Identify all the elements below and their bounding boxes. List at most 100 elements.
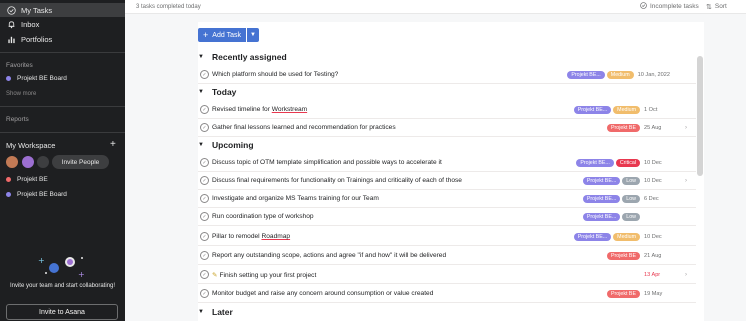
task-title[interactable]: Report any outstanding scope, actions an… — [212, 252, 446, 259]
avatar[interactable] — [22, 156, 34, 168]
nav-label: Inbox — [21, 19, 40, 29]
nav-portfolios[interactable]: Portfolios — [0, 32, 125, 46]
complete-checkbox[interactable]: ✓ — [200, 70, 209, 79]
task-title[interactable]: Which platform should be used for Testin… — [212, 71, 338, 78]
divider — [0, 106, 125, 107]
priority-tag[interactable]: Low — [622, 212, 640, 221]
due-date[interactable]: 19 May — [644, 291, 670, 297]
task-title[interactable]: Gather final lessons learned and recomme… — [212, 124, 396, 131]
section-today[interactable]: ▼ Today — [198, 87, 236, 97]
reports-link[interactable]: Reports — [0, 116, 29, 123]
task-row[interactable]: ✓ Pillar to remodel Roadmap Projekt BE..… — [198, 228, 696, 246]
task-row[interactable]: ✓ Monitor budget and raise any concern a… — [198, 285, 696, 303]
complete-checkbox[interactable]: ✓ — [200, 123, 209, 132]
task-row[interactable]: ✓ Revised timeline for Workstream Projek… — [198, 101, 696, 119]
section-later[interactable]: ▼ Later — [198, 307, 233, 317]
task-row[interactable]: ✓ Investigate and organize MS Teams trai… — [198, 190, 696, 208]
complete-checkbox[interactable]: ✓ — [200, 270, 209, 279]
sidebar-project-projekt-be[interactable]: Projekt BE — [6, 176, 48, 183]
project-tag[interactable]: Projekt BE... — [573, 105, 612, 114]
priority-tag[interactable]: Low — [622, 176, 640, 185]
project-tag[interactable]: Projekt BE... — [576, 158, 614, 167]
avatar[interactable] — [6, 156, 18, 168]
add-icon[interactable]: + — [110, 139, 116, 150]
task-meta: Projekt BE... Low 6 Dec — [581, 194, 670, 203]
due-date[interactable]: 10 Dec — [644, 234, 670, 240]
add-task-button[interactable]: + Add Task — [198, 28, 246, 42]
top-bar: 3 tasks completed today Incomplete tasks… — [125, 0, 746, 14]
task-title[interactable]: Run coordination type of workshop — [212, 213, 314, 220]
chevron-right-icon[interactable]: › — [685, 178, 687, 184]
due-date[interactable]: 21 Aug — [644, 253, 670, 259]
task-meta: Projekt BE 25 Aug — [605, 123, 670, 132]
show-more-link[interactable]: Show more — [0, 91, 36, 97]
task-row[interactable]: ✓ Gather final lessons learned and recom… — [198, 119, 696, 137]
project-tag[interactable]: Projekt BE — [606, 289, 640, 298]
due-date[interactable]: 10 Dec — [644, 160, 670, 166]
avatar-placeholder[interactable] — [37, 156, 49, 168]
project-tag[interactable]: Projekt BE... — [582, 176, 621, 185]
complete-checkbox[interactable]: ✓ — [200, 251, 209, 260]
priority-tag[interactable]: Medium — [613, 232, 640, 241]
nav-label: My Tasks — [21, 5, 53, 15]
invite-people-button[interactable]: Invite People — [52, 155, 109, 169]
due-date[interactable]: 10 Dec — [644, 178, 670, 184]
add-task-dropdown-button[interactable]: ▼ — [247, 28, 259, 42]
project-tag[interactable]: Projekt BE — [606, 123, 640, 132]
nav-inbox[interactable]: Inbox — [0, 17, 125, 31]
project-tag[interactable]: Projekt BE — [606, 251, 640, 260]
section-upcoming[interactable]: ▼ Upcoming — [198, 140, 254, 150]
section-recently-assigned[interactable]: ▼ Recently assigned — [198, 52, 287, 62]
invite-to-asana-button[interactable]: Invite to Asana — [6, 304, 118, 320]
priority-tag[interactable]: Medium — [606, 70, 634, 79]
complete-checkbox[interactable]: ✓ — [200, 105, 209, 114]
project-tag[interactable]: Projekt BE... — [573, 232, 612, 241]
task-row[interactable]: ✓ Discuss final requirements for functio… — [198, 172, 696, 190]
task-title[interactable]: Revised timeline for Workstream — [212, 106, 307, 113]
priority-tag[interactable]: Critical — [615, 158, 640, 167]
complete-checkbox[interactable]: ✓ — [200, 232, 209, 241]
sidebar-project-projekt-be-board[interactable]: Projekt BE Board — [6, 191, 67, 198]
priority-tag[interactable]: Low — [622, 194, 640, 203]
complete-checkbox[interactable]: ✓ — [200, 289, 209, 298]
incomplete-tasks-filter[interactable]: Incomplete tasks — [640, 2, 699, 11]
priority-tag[interactable]: Medium — [613, 105, 640, 114]
due-date[interactable]: 13 Apr — [644, 272, 670, 278]
task-row[interactable]: ✓ Report any outstanding scope, actions … — [198, 247, 696, 265]
task-meta: Projekt BE... Low 10 Dec — [581, 176, 670, 185]
favorite-label: Projekt BE Board — [17, 75, 67, 82]
complete-checkbox[interactable]: ✓ — [200, 176, 209, 185]
workspace-label[interactable]: My Workspace — [6, 141, 55, 150]
due-date[interactable]: 10 Jan, 2022 — [638, 72, 670, 78]
sort-button[interactable]: ⇅ Sort — [706, 3, 727, 11]
sidebar: My Tasks Inbox Portfolios Favorites Proj… — [0, 0, 125, 321]
complete-checkbox[interactable]: ✓ — [200, 158, 209, 167]
nav-my-tasks[interactable]: My Tasks — [0, 3, 125, 17]
project-tag[interactable]: Projekt BE... — [567, 70, 605, 79]
task-title[interactable]: ✎ Finish setting up your first project — [212, 271, 316, 279]
chevron-right-icon[interactable]: › — [685, 125, 687, 131]
favorite-projekt-be-board[interactable]: Projekt BE Board — [6, 75, 67, 82]
task-title[interactable]: Monitor budget and raise any concern aro… — [212, 290, 433, 297]
task-title[interactable]: Discuss final requirements for functiona… — [212, 177, 462, 184]
task-title[interactable]: Pillar to remodel Roadmap — [212, 233, 290, 240]
task-row[interactable]: ✓ ✎ Finish setting up your first project … — [198, 266, 696, 284]
chevron-right-icon[interactable]: › — [685, 272, 687, 278]
task-row[interactable]: ✓ Discuss topic of OTM template simplifi… — [198, 154, 696, 172]
task-row[interactable]: ✓ Run coordination type of workshop Proj… — [198, 208, 696, 226]
caret-down-icon: ▼ — [198, 89, 204, 95]
due-date[interactable]: 6 Dec — [644, 196, 670, 202]
vertical-scrollbar[interactable] — [697, 56, 703, 176]
bell-icon — [6, 19, 16, 29]
project-tag[interactable]: Projekt BE... — [582, 194, 621, 203]
complete-checkbox[interactable]: ✓ — [200, 194, 209, 203]
task-title-link[interactable]: Roadmap — [261, 233, 290, 240]
task-title-link[interactable]: Workstream — [272, 106, 307, 113]
task-row[interactable]: ✓ Which platform should be used for Test… — [198, 66, 696, 84]
due-date[interactable]: 25 Aug — [644, 125, 670, 131]
task-title[interactable]: Investigate and organize MS Teams traini… — [212, 195, 379, 202]
project-tag[interactable]: Projekt BE... — [582, 212, 621, 221]
due-date[interactable]: 1 Oct — [644, 107, 670, 113]
task-title[interactable]: Discuss topic of OTM template simplifica… — [212, 159, 442, 166]
complete-checkbox[interactable]: ✓ — [200, 212, 209, 221]
